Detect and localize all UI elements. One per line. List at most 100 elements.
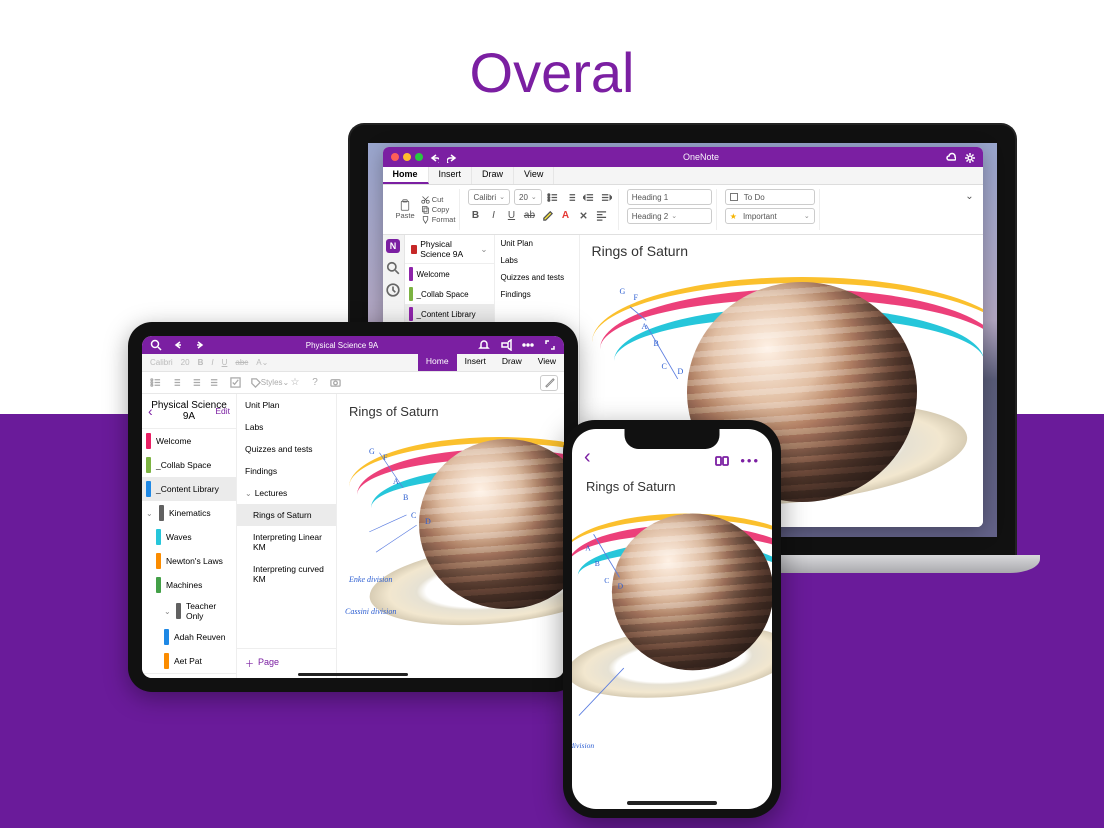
style-heading2[interactable]: Heading 2⌄ xyxy=(627,208,712,224)
cloud-icon[interactable] xyxy=(945,152,956,163)
indent-icon[interactable] xyxy=(600,190,614,204)
question-icon[interactable]: ? xyxy=(308,376,322,390)
search-icon[interactable] xyxy=(386,261,400,275)
page-item[interactable]: Rings of Saturn xyxy=(237,504,336,526)
checkbox-icon[interactable] xyxy=(228,376,242,390)
page-item[interactable]: Findings xyxy=(495,286,579,303)
search-icon[interactable] xyxy=(150,339,162,351)
underline-icon[interactable]: U xyxy=(504,208,518,222)
italic-icon[interactable]: I xyxy=(211,358,213,367)
settings-icon[interactable] xyxy=(964,152,975,163)
ink-toggle[interactable] xyxy=(540,375,558,391)
section-group[interactable]: ⌄Kinematics xyxy=(142,501,236,525)
align-icon[interactable] xyxy=(594,208,608,222)
page-item[interactable]: Findings xyxy=(237,460,336,482)
page-group[interactable]: ⌄Lectures xyxy=(237,482,336,504)
notification-icon[interactable] xyxy=(478,339,490,351)
notebook-selector[interactable]: Physical Science 9A ⌄ xyxy=(405,235,494,264)
section-item[interactable]: _Collab Space xyxy=(405,284,494,304)
cut-button[interactable]: Cut xyxy=(421,195,456,204)
section-item[interactable]: Welcome xyxy=(405,264,494,284)
clear-format-icon[interactable] xyxy=(576,208,590,222)
page-item[interactable]: Quizzes and tests xyxy=(237,438,336,460)
star-icon[interactable]: ☆ xyxy=(288,376,302,390)
share-icon[interactable] xyxy=(500,339,512,351)
traffic-lights[interactable] xyxy=(391,153,423,161)
page-item[interactable]: Quizzes and tests xyxy=(495,269,579,286)
home-indicator[interactable] xyxy=(627,801,717,805)
section-item[interactable]: _Collab Space xyxy=(142,453,236,477)
font-color-icon[interactable]: A xyxy=(558,208,572,222)
styles-select[interactable]: Styles ⌄ xyxy=(268,376,282,390)
page-item[interactable]: Labs xyxy=(237,416,336,438)
section-item[interactable]: Newton's Laws xyxy=(142,549,236,573)
minimize-icon[interactable] xyxy=(403,153,411,161)
section-item[interactable]: Waves xyxy=(142,525,236,549)
home-indicator[interactable] xyxy=(298,673,408,676)
close-icon[interactable] xyxy=(391,153,399,161)
section-item[interactable]: _Content Library xyxy=(142,477,236,501)
numbering-icon[interactable] xyxy=(564,190,578,204)
camera-icon[interactable] xyxy=(328,376,342,390)
bold-icon[interactable]: B xyxy=(468,208,482,222)
back-icon[interactable]: ‹ xyxy=(148,403,153,419)
maximize-icon[interactable] xyxy=(415,153,423,161)
format-painter-button[interactable]: Format xyxy=(421,215,456,224)
highlight-icon[interactable] xyxy=(540,208,554,222)
page-item[interactable]: Interpreting curved KM xyxy=(237,558,336,590)
more-icon[interactable]: ••• xyxy=(740,453,760,469)
tab-insert[interactable]: Insert xyxy=(457,354,494,371)
undo-icon[interactable] xyxy=(172,339,184,351)
outdent-icon[interactable] xyxy=(188,376,202,390)
outdent-icon[interactable] xyxy=(582,190,596,204)
paste-button[interactable]: Paste xyxy=(393,198,418,221)
section-item[interactable]: _Content Library xyxy=(405,304,494,324)
section-group[interactable]: ⌄Teacher Only xyxy=(142,597,236,625)
tablet-note-canvas[interactable]: Rings of Saturn G F A B C xyxy=(337,394,564,678)
more-icon[interactable] xyxy=(522,339,534,351)
bold-icon[interactable]: B xyxy=(198,358,204,367)
strike-icon[interactable]: abc xyxy=(235,358,248,367)
section-item[interactable]: Welcome xyxy=(142,429,236,453)
tab-insert[interactable]: Insert xyxy=(429,167,473,184)
section-item[interactable]: Machines xyxy=(142,573,236,597)
page-title[interactable]: Rings of Saturn xyxy=(572,475,772,504)
tab-view[interactable]: View xyxy=(530,354,564,371)
tab-view[interactable]: View xyxy=(514,167,554,184)
italic-icon[interactable]: I xyxy=(486,208,500,222)
tab-home[interactable]: Home xyxy=(383,167,429,184)
redo-icon[interactable] xyxy=(194,339,206,351)
back-icon[interactable]: ‹ xyxy=(584,446,591,469)
add-section-button[interactable]: ＋Section xyxy=(142,673,236,678)
page-item[interactable]: Labs xyxy=(495,252,579,269)
page-item[interactable]: Interpreting Linear KM xyxy=(237,526,336,558)
font-color-icon[interactable]: A⌄ xyxy=(256,358,268,367)
strike-icon[interactable]: ab xyxy=(522,208,536,222)
tab-home[interactable]: Home xyxy=(418,354,457,371)
notebook-icon[interactable]: N xyxy=(386,239,400,253)
style-heading1[interactable]: Heading 1 xyxy=(627,189,712,205)
numbering-icon[interactable] xyxy=(168,376,182,390)
font-select[interactable]: Calibri⌄ xyxy=(468,189,510,205)
bullets-icon[interactable] xyxy=(148,376,162,390)
section-item[interactable]: Aet Pat xyxy=(142,649,236,673)
tag-important[interactable]: ★Important⌄ xyxy=(725,208,815,224)
indent-icon[interactable] xyxy=(208,376,222,390)
page-item[interactable]: Unit Plan xyxy=(495,235,579,252)
size-select[interactable]: 20 xyxy=(181,358,190,367)
recent-icon[interactable] xyxy=(386,283,400,297)
tag-todo[interactable]: To Do xyxy=(725,189,815,205)
tab-draw[interactable]: Draw xyxy=(472,167,514,184)
size-select[interactable]: 20⌄ xyxy=(514,189,542,205)
edit-button[interactable]: Edit xyxy=(215,406,230,416)
ribbon-collapse-icon[interactable]: ⌄ xyxy=(963,189,977,203)
page-title[interactable]: Rings of Saturn xyxy=(592,243,971,259)
tab-draw[interactable]: Draw xyxy=(494,354,530,371)
bullets-icon[interactable] xyxy=(546,190,560,204)
page-item[interactable]: Unit Plan xyxy=(237,394,336,416)
phone-note-canvas[interactable]: A B C D division xyxy=(572,504,772,809)
immersive-icon[interactable] xyxy=(714,453,730,469)
fullscreen-icon[interactable] xyxy=(544,339,556,351)
copy-button[interactable]: Copy xyxy=(421,205,456,214)
undo-icon[interactable] xyxy=(428,152,439,163)
